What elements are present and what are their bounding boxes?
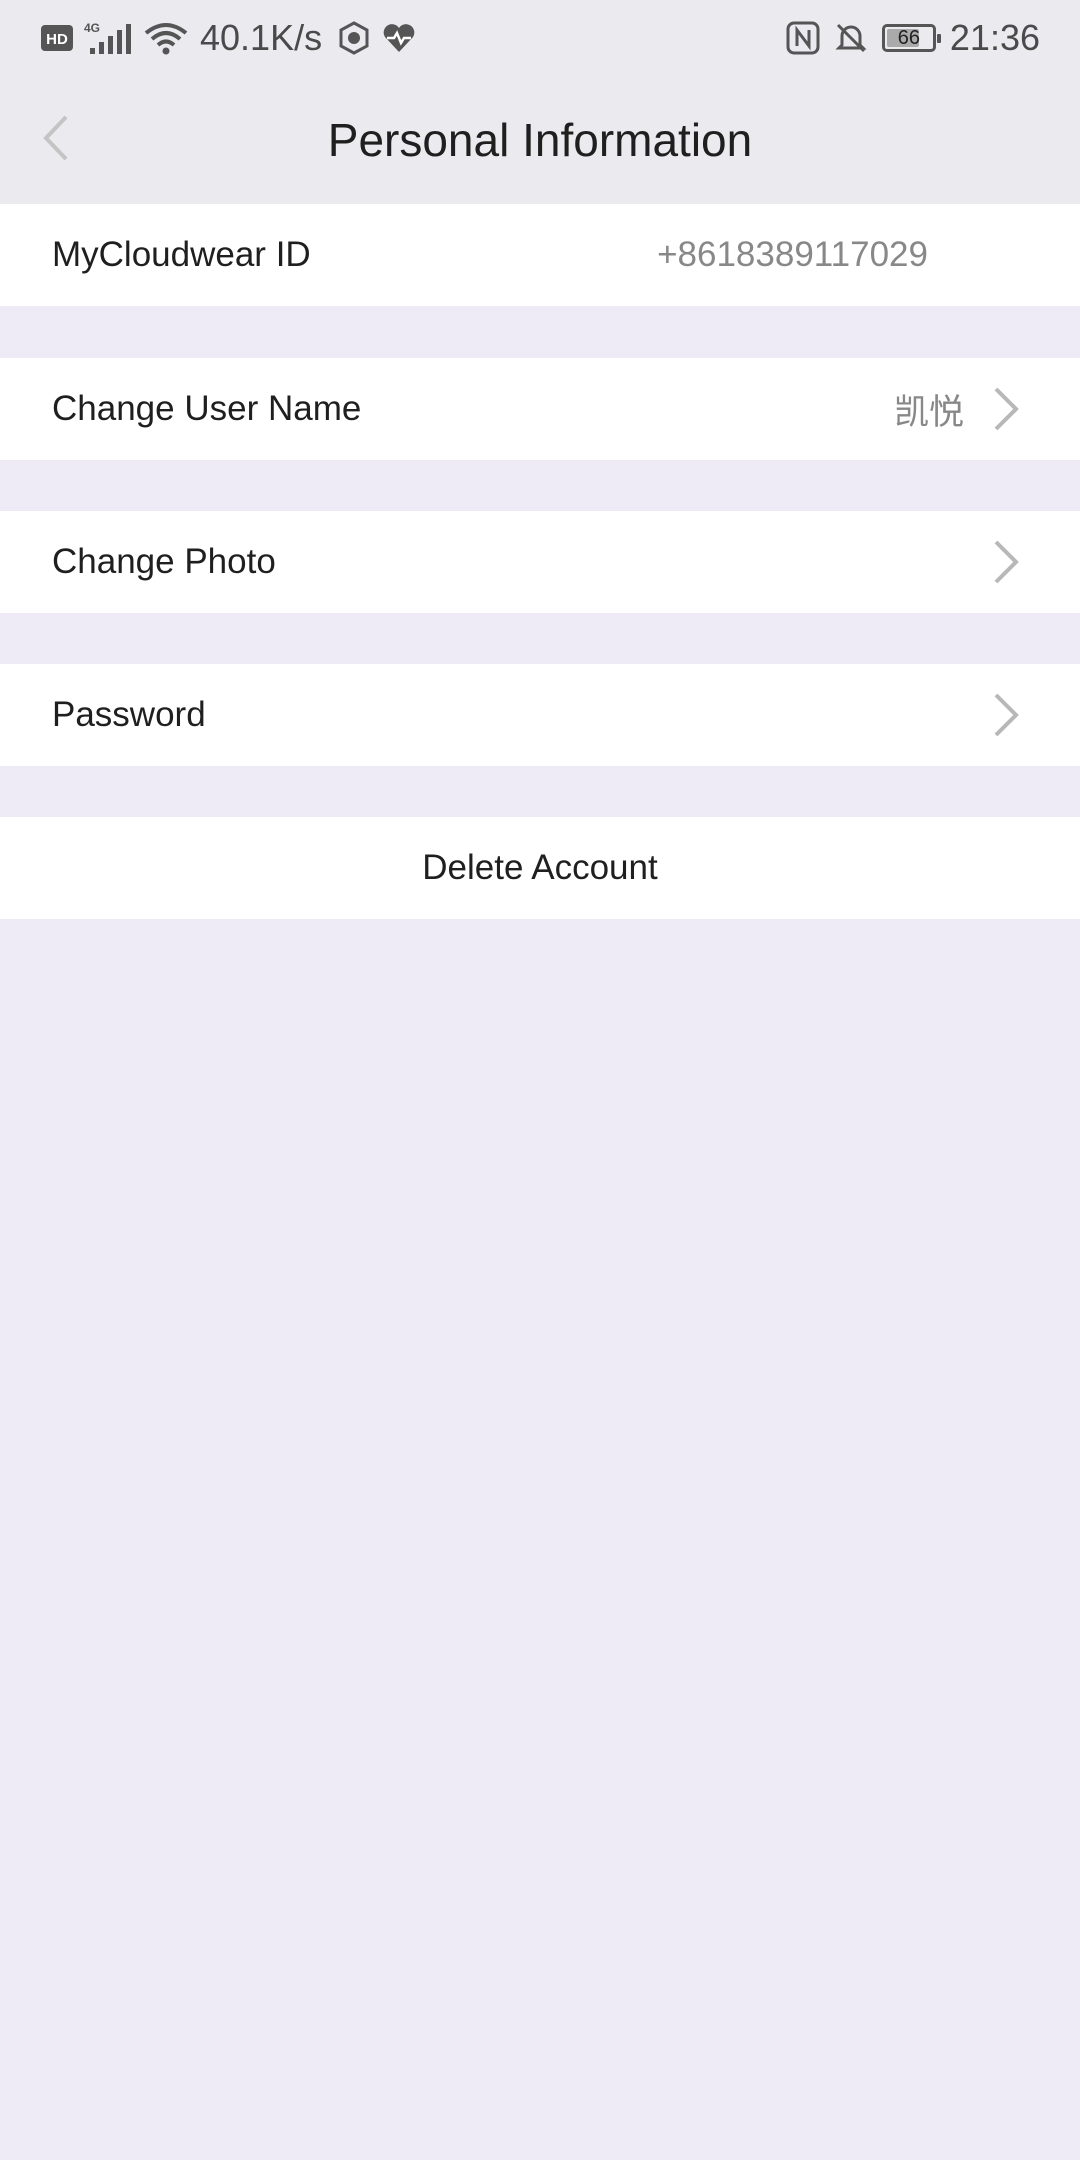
- status-time: 21:36: [949, 17, 1040, 58]
- chevron-right-icon: [980, 687, 1020, 743]
- heart-rate-icon: [382, 22, 416, 54]
- chevron-left-icon: [40, 113, 70, 168]
- change-photo-label: Change Photo: [52, 542, 276, 581]
- svg-text:4G: 4G: [84, 21, 100, 35]
- delete-account-button[interactable]: Delete Account: [0, 817, 1080, 919]
- delete-account-label: Delete Account: [422, 848, 658, 887]
- nfc-icon: [786, 21, 820, 55]
- back-button[interactable]: [30, 102, 80, 178]
- chevron-right-icon: [980, 381, 1020, 437]
- hd-icon: HD: [40, 23, 74, 53]
- battery-icon: 66: [881, 24, 941, 52]
- page-title: Personal Information: [327, 114, 753, 166]
- password-label: Password: [52, 695, 206, 734]
- mycloudwear-id-value: +8618389117029: [657, 235, 928, 274]
- status-left: HD 4G 40.1K/s: [40, 0, 416, 76]
- change-user-name-row[interactable]: Change User Name 凯悦: [0, 358, 1080, 460]
- status-right: 66 21:36: [786, 0, 1040, 76]
- network-speed: 40.1K/s: [200, 17, 323, 58]
- app-header: Personal Information: [0, 76, 1080, 204]
- mycloudwear-id-label: MyCloudwear ID: [52, 235, 311, 274]
- battery-level: 66: [897, 27, 921, 49]
- bell-muted-icon: [834, 21, 868, 55]
- user-name-value: 凯悦: [893, 392, 964, 432]
- signal-4g-icon: 4G: [82, 20, 136, 56]
- mycloudwear-id-row: MyCloudwear ID +8618389117029: [0, 204, 1080, 306]
- password-row[interactable]: Password: [0, 664, 1080, 766]
- status-bar: HD 4G 40.1K/s 66 21:36: [0, 0, 1080, 76]
- chevron-right-icon: [980, 534, 1020, 590]
- change-user-name-label: Change User Name: [52, 389, 362, 428]
- change-photo-row[interactable]: Change Photo: [0, 511, 1080, 613]
- speedometer-icon: [336, 20, 372, 56]
- wifi-icon: [144, 21, 188, 55]
- svg-text:HD: HD: [46, 31, 68, 48]
